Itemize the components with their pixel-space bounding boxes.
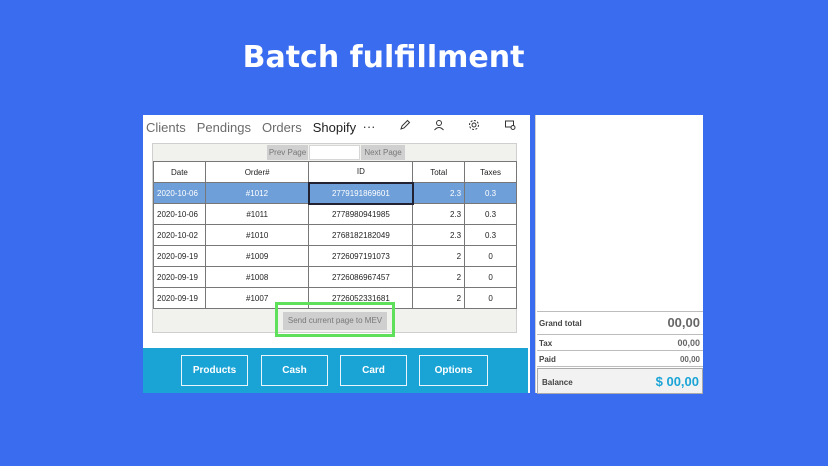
- cash-button[interactable]: Cash: [261, 355, 328, 386]
- top-nav: Clients Pendings Orders Shopify ···: [143, 115, 530, 140]
- card-button[interactable]: Card: [340, 355, 407, 386]
- table-row[interactable]: 2020-10-06 #1011 2778980941985 2.3 0.3: [153, 203, 517, 225]
- pencil-icon[interactable]: [397, 119, 413, 135]
- cell-total: 2.3: [412, 203, 466, 225]
- col-header-order[interactable]: Order#: [204, 161, 310, 183]
- tax-row: Tax 00,00: [537, 335, 703, 351]
- tax-label: Tax: [539, 339, 553, 348]
- balance-value: $ 00,00: [655, 374, 699, 389]
- cell-order: #1010: [204, 224, 310, 246]
- orders-table: Date Order# ID Total Taxes 2020-10-06 #1…: [153, 161, 517, 309]
- tab-orders[interactable]: Orders: [262, 120, 302, 135]
- cell-order: #1011: [204, 203, 310, 225]
- cell-date: 2020-10-06: [153, 203, 206, 225]
- pos-app-window: Clients Pendings Orders Shopify ··· Prev…: [143, 115, 530, 393]
- cell-id[interactable]: 2768182182049: [308, 224, 414, 246]
- table-row[interactable]: 2020-09-19 #1008 2726086967457 2 0: [153, 266, 517, 288]
- page-headline: Batch fulfillment: [242, 40, 525, 75]
- cell-taxes: 0.3: [464, 224, 517, 246]
- tab-clients[interactable]: Clients: [146, 120, 186, 135]
- balance-label: Balance: [542, 378, 573, 387]
- gear-icon[interactable]: [466, 119, 482, 135]
- table-row[interactable]: 2020-10-02 #1010 2768182182049 2.3 0.3: [153, 224, 517, 246]
- products-button[interactable]: Products: [181, 355, 248, 386]
- cell-date: 2020-10-06: [153, 182, 206, 204]
- grand-total-label: Grand total: [539, 319, 582, 328]
- paid-label: Paid: [539, 355, 556, 364]
- paid-value: 00,00: [679, 355, 700, 364]
- highlight-box: [275, 302, 395, 337]
- table-header-row: Date Order# ID Total Taxes: [153, 161, 517, 183]
- cell-date: 2020-09-19: [153, 266, 206, 288]
- table-row[interactable]: 2020-09-19 #1009 2726097191073 2 0: [153, 245, 517, 267]
- options-button[interactable]: Options: [419, 355, 488, 386]
- cell-taxes: 0: [464, 245, 517, 267]
- totals-sidebar: Grand total 00,00 Tax 00,00 Paid 00,00 B…: [535, 115, 703, 394]
- balance-row: Balance $ 00,00: [537, 368, 703, 394]
- cell-date: 2020-10-02: [153, 224, 206, 246]
- prev-page-button[interactable]: Prev Page: [267, 145, 308, 160]
- cell-order: #1008: [204, 266, 310, 288]
- col-header-taxes[interactable]: Taxes: [464, 161, 517, 183]
- grand-total-row: Grand total 00,00: [537, 311, 703, 335]
- tax-value: 00,00: [677, 338, 700, 348]
- col-header-id[interactable]: ID: [308, 161, 414, 183]
- cell-total: 2: [412, 245, 466, 267]
- paid-row: Paid 00,00: [537, 351, 703, 367]
- cell-taxes: 0.3: [464, 182, 517, 204]
- col-header-date[interactable]: Date: [153, 161, 206, 183]
- cell-id[interactable]: 2726097191073: [308, 245, 414, 267]
- cell-order: #1012: [204, 182, 310, 204]
- page-input[interactable]: [309, 145, 360, 160]
- tab-pendings[interactable]: Pendings: [197, 120, 251, 135]
- cell-taxes: 0: [464, 287, 517, 309]
- tab-shopify[interactable]: Shopify: [313, 120, 356, 135]
- cell-id[interactable]: 2779191869601: [307, 181, 414, 205]
- totals-panel: Grand total 00,00 Tax 00,00 Paid 00,00 B…: [537, 311, 703, 394]
- action-bar: Products Cash Card Options: [143, 348, 528, 393]
- next-page-button[interactable]: Next Page: [361, 145, 405, 160]
- cell-total: 2.3: [412, 224, 466, 246]
- col-header-total[interactable]: Total: [412, 161, 466, 183]
- cell-taxes: 0: [464, 266, 517, 288]
- table-row[interactable]: 2020-10-06 #1012 2779191869601 2.3 0.3: [153, 181, 517, 205]
- more-icon[interactable]: ···: [361, 119, 377, 135]
- cell-total: 2.3: [412, 182, 466, 204]
- user-icon[interactable]: [431, 119, 447, 135]
- cell-total: 2: [412, 287, 466, 309]
- cell-taxes: 0.3: [464, 203, 517, 225]
- cell-date: 2020-09-19: [153, 287, 206, 309]
- receipt-icon[interactable]: [502, 119, 518, 135]
- cell-date: 2020-09-19: [153, 245, 206, 267]
- cell-total: 2: [412, 266, 466, 288]
- cell-order: #1009: [204, 245, 310, 267]
- cell-id[interactable]: 2778980941985: [308, 203, 414, 225]
- cell-id[interactable]: 2726086967457: [308, 266, 414, 288]
- grand-total-value: 00,00: [667, 315, 700, 330]
